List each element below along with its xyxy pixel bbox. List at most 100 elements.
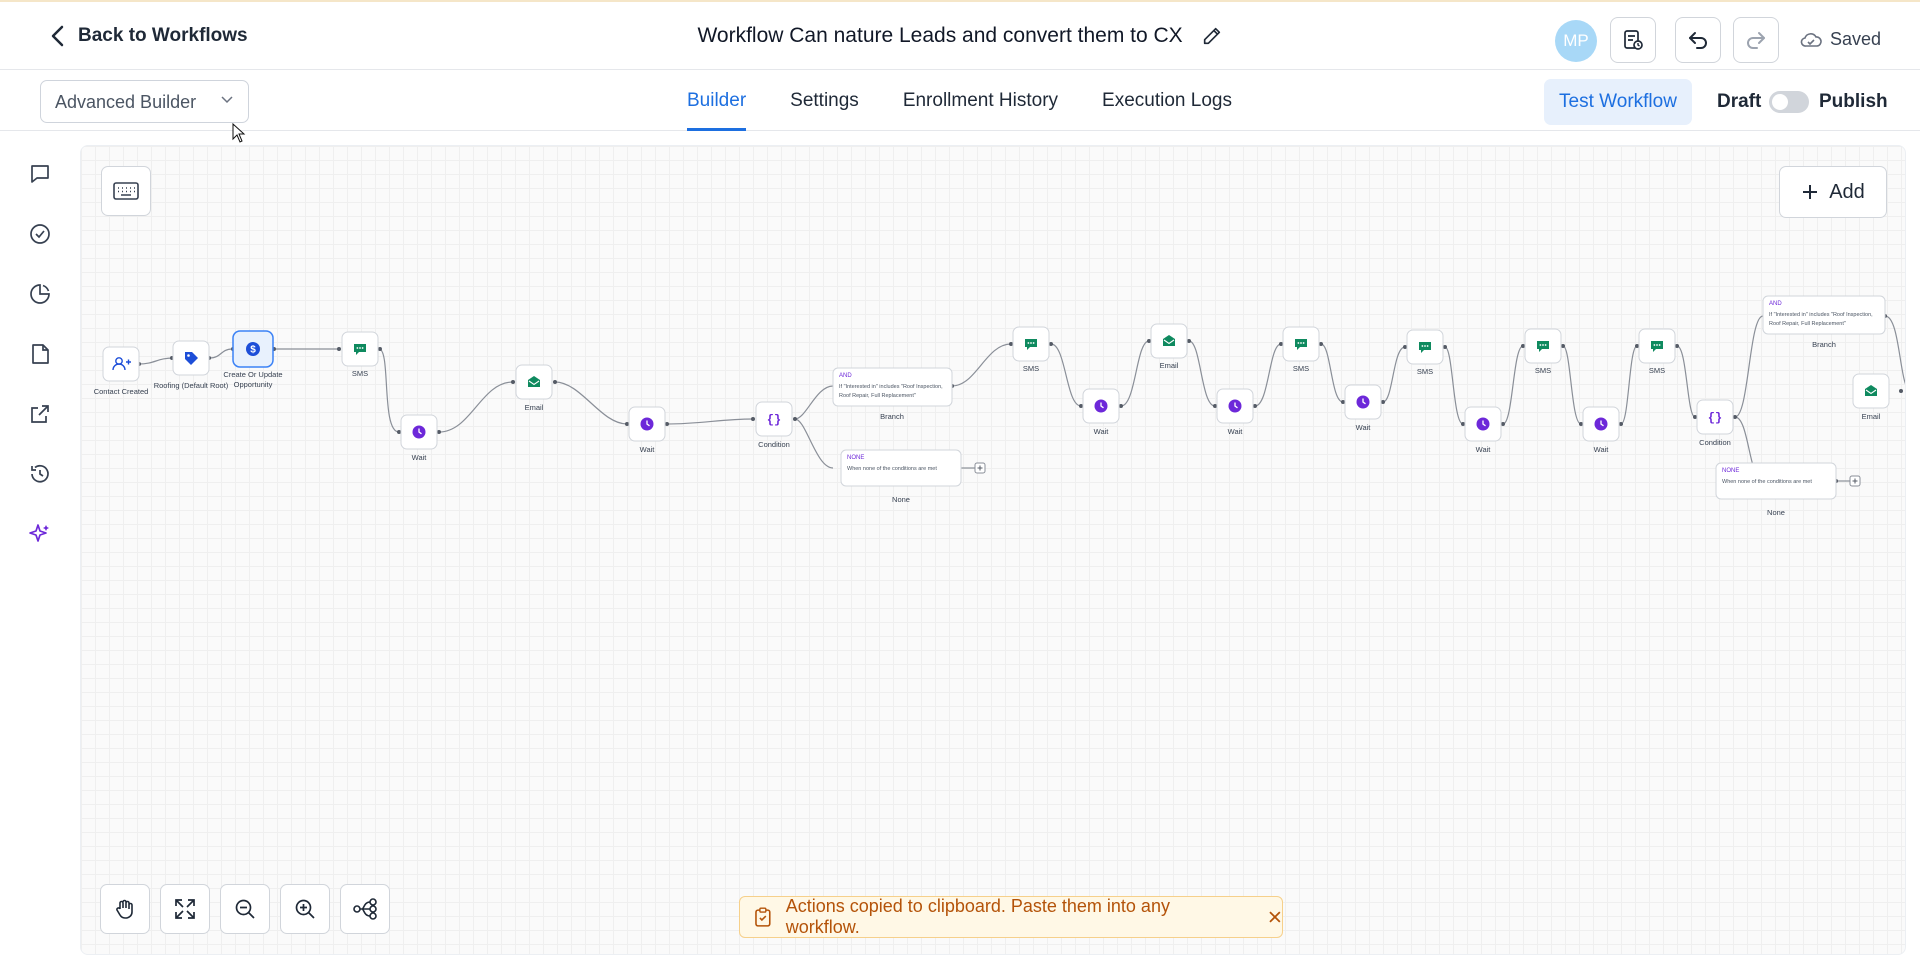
undo-button[interactable] <box>1675 17 1721 63</box>
branch-condition-line2: Roof Repair, Full Replacement" <box>839 393 916 399</box>
test-workflow-button[interactable]: Test Workflow <box>1544 79 1692 125</box>
pencil-icon[interactable] <box>1201 25 1223 47</box>
node-branch-1[interactable]: AND If "Interested in" includes "Roof In… <box>832 367 953 421</box>
label-wait: Wait <box>1356 423 1372 432</box>
builder-mode-select[interactable]: Advanced Builder <box>40 80 249 123</box>
node-condition-1[interactable]: Condition <box>755 401 793 449</box>
label-branch: Branch <box>1812 340 1836 349</box>
none-tag: NONE <box>1722 468 1739 474</box>
back-to-workflows-link[interactable]: Back to Workflows <box>48 24 248 48</box>
add-step-button-2[interactable] <box>1849 475 1861 487</box>
redo-button[interactable] <box>1733 17 1779 63</box>
flow-layout-icon <box>353 898 377 920</box>
zoom-out-button[interactable] <box>220 884 270 934</box>
pan-tool-button[interactable] <box>100 884 150 934</box>
tab-settings[interactable]: Settings <box>790 71 859 131</box>
chevron-left-icon <box>51 25 64 47</box>
label-email: Email <box>1862 412 1881 421</box>
rail-stats[interactable] <box>24 278 56 310</box>
dollar-icon: $ <box>246 342 260 356</box>
tab-execution-logs[interactable]: Execution Logs <box>1102 71 1232 131</box>
cloud-check-icon <box>1800 32 1822 47</box>
branch-condition-line2: Roof Repair, Full Replacement" <box>1769 321 1846 327</box>
publish-label: Publish <box>1819 91 1888 112</box>
label-roofing: Roofing (Default Root) <box>154 381 229 390</box>
label-contact-created: Contact Created <box>94 387 149 396</box>
version-history-button[interactable] <box>1610 17 1656 63</box>
redo-icon <box>1747 32 1765 49</box>
clock-icon <box>1093 398 1109 414</box>
braces-icon <box>1707 411 1723 425</box>
node-email-2[interactable]: Email <box>1150 323 1188 370</box>
rail-tasks[interactable] <box>24 218 56 250</box>
document-history-icon <box>1624 30 1643 50</box>
publish-toggle[interactable] <box>1769 91 1809 113</box>
node-wait-6[interactable]: Wait <box>1464 406 1502 454</box>
expand-icon <box>175 899 195 919</box>
node-sms-4[interactable]: SMS <box>1406 329 1444 376</box>
node-wait-3[interactable]: Wait <box>1082 388 1120 436</box>
label-branch: Branch <box>880 412 904 421</box>
node-wait-1[interactable]: Wait <box>400 414 438 462</box>
rail-notes[interactable] <box>24 338 56 370</box>
node-email-1[interactable]: Email <box>515 364 553 412</box>
clipboard-toast: Actions copied to clipboard. Paste them … <box>739 896 1283 938</box>
add-step-button-1[interactable] <box>974 462 986 474</box>
node-sms-6[interactable]: SMS <box>1638 328 1676 375</box>
node-roofing[interactable]: Roofing (Default Root) <box>154 340 229 390</box>
auto-layout-button[interactable] <box>340 884 390 934</box>
branch-condition-line1: If "Interested in" includes "Roof Inspec… <box>839 384 943 390</box>
label-wait: Wait <box>1228 427 1244 436</box>
left-rail <box>0 132 80 971</box>
node-branch-2[interactable]: AND If "Interested in" includes "Roof In… <box>1762 295 1886 349</box>
branch-condition-line1: If "Interested in" includes "Roof Inspec… <box>1769 312 1873 318</box>
note-icon <box>32 344 49 364</box>
none-condition: When none of the conditions are met <box>1722 479 1812 485</box>
label-email: Email <box>525 403 544 412</box>
clock-icon <box>1355 394 1371 410</box>
node-wait-2[interactable]: Wait <box>628 406 666 454</box>
clock-icon <box>1227 398 1243 414</box>
node-email-3[interactable]: Email <box>1852 373 1890 421</box>
mouse-cursor-icon <box>232 123 246 143</box>
node-contact-created[interactable]: Contact Created <box>94 346 149 396</box>
node-wait-7[interactable]: Wait <box>1582 406 1620 454</box>
label-condition: Condition <box>758 440 790 449</box>
zoom-in-button[interactable] <box>280 884 330 934</box>
node-sms-2[interactable]: SMS <box>1012 326 1050 373</box>
back-label: Back to Workflows <box>78 25 248 46</box>
builder-mode-value: Advanced Builder <box>55 92 197 112</box>
external-link-icon <box>31 405 49 423</box>
rail-history[interactable] <box>24 458 56 490</box>
workflow-canvas[interactable]: Add {} <box>80 145 1906 955</box>
node-sms-1[interactable]: SMS <box>341 331 379 378</box>
node-wait-4[interactable]: Wait <box>1216 388 1254 436</box>
rail-ai[interactable] <box>24 518 56 550</box>
rail-comments[interactable] <box>24 158 56 190</box>
node-create-opportunity[interactable]: $ Create Or Update Opportunity <box>223 330 283 389</box>
fit-view-button[interactable] <box>160 884 210 934</box>
label-condition: Condition <box>1699 438 1731 447</box>
braces-icon <box>766 413 782 427</box>
node-wait-5[interactable]: Wait <box>1344 384 1382 432</box>
label-none: None <box>1767 508 1785 517</box>
pie-chart-icon <box>30 284 50 304</box>
node-none-2[interactable]: NONE When none of the conditions are met… <box>1715 462 1837 517</box>
node-sms-3[interactable]: SMS <box>1282 326 1320 373</box>
label-sms: SMS <box>1023 364 1039 373</box>
node-sms-5[interactable]: SMS <box>1524 328 1562 375</box>
sub-bar: Advanced Builder Builder Settings Enroll… <box>0 71 1920 131</box>
rail-external[interactable] <box>24 398 56 430</box>
undo-icon <box>1689 32 1707 49</box>
node-none-1[interactable]: NONE When none of the conditions are met… <box>840 449 962 504</box>
workflow-diagram: {} <box>94 295 1905 517</box>
avatar[interactable]: MP <box>1555 20 1597 62</box>
history-icon <box>31 464 49 483</box>
tab-enrollment-history[interactable]: Enrollment History <box>903 71 1058 131</box>
tab-builder[interactable]: Builder <box>687 71 747 131</box>
close-icon[interactable] <box>1268 910 1282 924</box>
node-condition-2[interactable]: Condition <box>1696 399 1734 447</box>
clock-icon <box>1593 416 1609 432</box>
label-sms: SMS <box>352 369 368 378</box>
workflow-title: Workflow Can nature Leads and convert th… <box>697 24 1183 47</box>
